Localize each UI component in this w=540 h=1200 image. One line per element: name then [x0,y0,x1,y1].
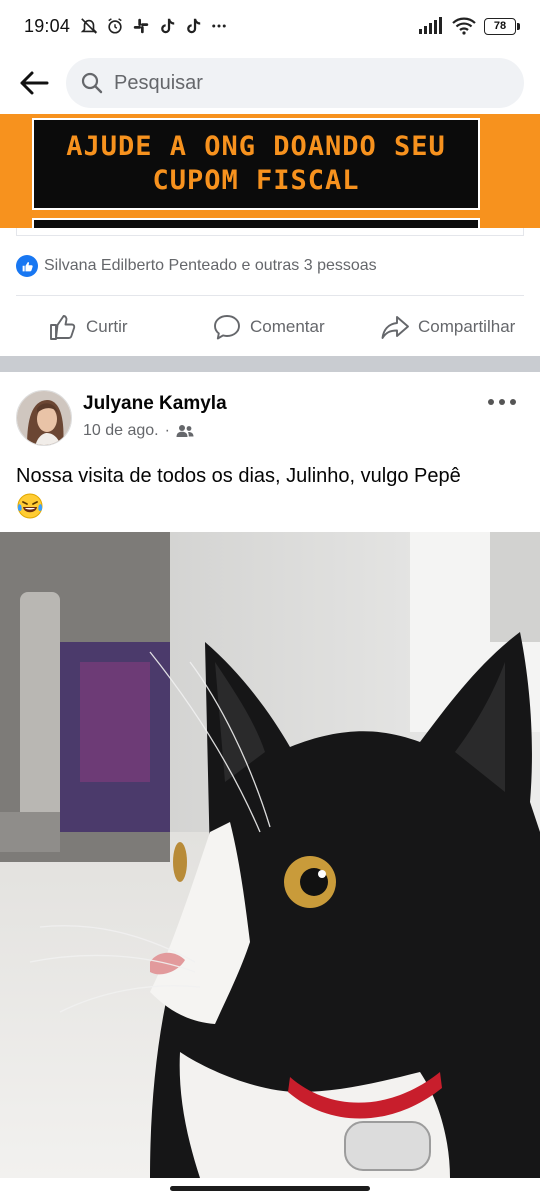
tiktok-icon [187,18,201,34]
like-reaction-icon [16,255,38,277]
alarm-clock-icon [108,18,122,34]
search-icon [81,72,103,94]
comment-icon [214,315,240,340]
status-right: 78 [418,17,520,35]
cat-photo [0,532,540,1178]
share-icon [381,316,409,339]
thumbs-up-icon [22,261,33,271]
post-author[interactable]: Julyane Kamyla [83,393,227,415]
wifi-icon [452,17,476,35]
previous-post-image[interactable]: AJUDE A ONG DOANDO SEU CUPOM FISCAL [0,114,540,228]
tears-of-joy-icon [17,493,43,519]
home-indicator[interactable] [170,1186,370,1191]
back-button[interactable] [16,65,52,101]
profile-photo [17,391,71,445]
mute-alarm-icon [80,18,98,34]
post-actions: Curtir Comentar Compartilhar [0,300,540,354]
banner-line-2: CUPOM FISCAL [152,165,360,196]
like-button[interactable]: Curtir [48,312,128,342]
signal-icon [419,17,442,34]
battery-level: 78 [493,20,507,32]
slack-icon [133,18,149,34]
post-header: Julyane Kamyla 10 de ago. · [0,372,540,462]
dot-icon [510,399,516,405]
friends-icon [176,425,194,437]
laughing-emoji-icon [16,492,44,528]
more-options-button[interactable] [488,394,516,410]
banner-box: AJUDE A ONG DOANDO SEU CUPOM FISCAL [32,118,480,210]
search-input[interactable]: Pesquisar [66,58,524,108]
screen: 19:04 78 Pesquisar AJUDE A ONG DOANDO SE… [0,0,540,1200]
status-bar: 19:04 78 [0,0,540,52]
tiktok-icon [161,18,175,34]
dot-icon [488,399,494,405]
search-header: Pesquisar [0,52,540,114]
reactions-summary[interactable]: Silvana Edilberto Penteado e outras 3 pe… [16,252,377,280]
thumbs-up-icon [50,315,76,340]
share-button[interactable]: Compartilhar [380,312,515,342]
reactions-text: Silvana Edilberto Penteado e outras 3 pe… [44,257,377,274]
meta-separator: · [164,422,170,439]
share-label: Compartilhar [418,317,516,336]
dot-icon [499,399,505,405]
battery-icon: 78 [484,17,520,35]
comment-label: Comentar [250,317,325,336]
post-photo[interactable] [0,532,540,1178]
status-left: 19:04 [24,16,228,37]
divider [16,295,524,296]
search-placeholder: Pesquisar [114,71,203,94]
image-frame-edge [16,228,524,236]
like-label: Curtir [86,317,128,336]
post-text: Nossa visita de todos os dias, Julinho, … [16,462,524,528]
banner-line-1: AJUDE A ONG DOANDO SEU [66,131,446,162]
more-notifications-icon [212,24,226,28]
post-date[interactable]: 10 de ago. [83,422,159,440]
banner-strip [32,218,480,228]
status-time: 19:04 [24,15,71,36]
post-body: Nossa visita de todos os dias, Julinho, … [16,465,461,487]
back-arrow-icon [20,71,49,95]
avatar[interactable] [16,390,72,446]
comment-button[interactable]: Comentar [212,312,325,342]
post-meta: 10 de ago. · [83,422,194,440]
feed-separator [0,356,540,372]
